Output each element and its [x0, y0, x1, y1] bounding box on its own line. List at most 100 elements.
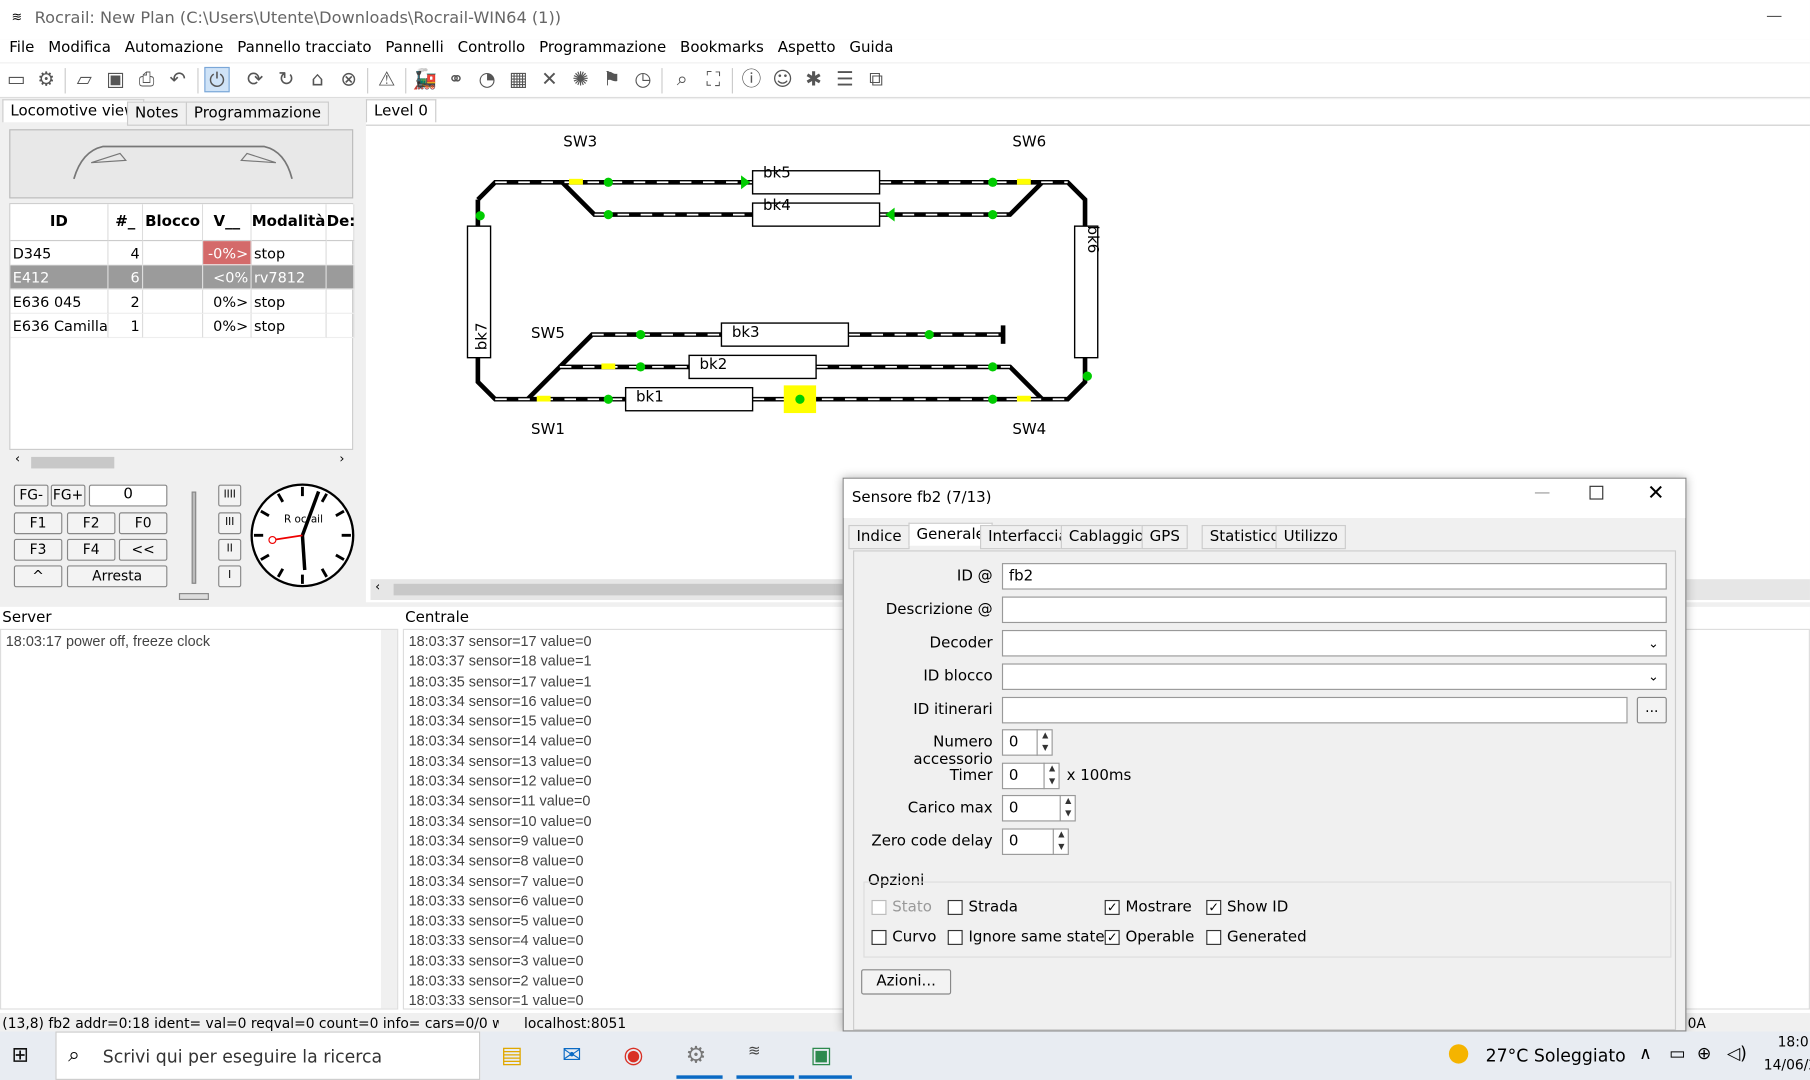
refresh-icon[interactable]: ↻ [274, 67, 299, 92]
mostrare-checkbox[interactable]: ✓ Mostrare [1104, 899, 1192, 916]
warning-icon[interactable]: ⚠ [374, 67, 399, 92]
table-hscrollbar[interactable]: ‹ › [10, 451, 355, 472]
spinner-arrows-icon[interactable]: ▲ ▼ [1052, 828, 1069, 855]
f4-button[interactable]: F4 [66, 538, 116, 561]
label-bk7[interactable]: bk7 [474, 322, 491, 350]
clock-date[interactable]: 14/06/2 [1764, 1057, 1810, 1073]
fg-minus-button[interactable]: FG- [13, 484, 49, 507]
info-icon[interactable]: ⓘ [739, 67, 764, 92]
col-id[interactable]: ID [10, 204, 109, 242]
battery-icon[interactable]: ▭ [1669, 1043, 1685, 1064]
speedometer-icon[interactable]: ◔ [474, 67, 499, 92]
itinerari-browse-button[interactable]: ... [1636, 696, 1667, 724]
home-icon[interactable]: ⌂ [305, 67, 330, 92]
spinner-arrows-icon[interactable]: ▲ ▼ [1036, 729, 1053, 756]
f2-button[interactable]: F2 [66, 512, 116, 535]
bug-icon[interactable]: ✱ [801, 67, 826, 92]
col-v[interactable]: V__ [203, 204, 252, 242]
label-sw5[interactable]: SW5 [531, 325, 565, 342]
weather-text[interactable]: 27°C Soleggiato [1486, 1045, 1626, 1066]
menu-pannello-tracciato[interactable]: Pannello tracciato [237, 39, 371, 62]
taskbar-search[interactable]: ⌕ Scrivi qui per eseguire la ricerca [55, 1031, 481, 1080]
menu-automazione[interactable]: Automazione [125, 39, 224, 62]
ignore-same-state-checkbox[interactable]: Ignore same state [947, 929, 1105, 946]
id-field[interactable]: fb2 [1001, 563, 1667, 590]
switch-icon[interactable]: ✕ [537, 67, 562, 92]
sun-icon[interactable]: ● [1447, 1038, 1469, 1067]
descrizione-field[interactable] [1001, 596, 1667, 624]
cancel-icon[interactable]: ⊗ [336, 67, 361, 92]
blocks-icon[interactable]: ▦ [506, 67, 531, 92]
menu-pannelli[interactable]: Pannelli [385, 39, 443, 62]
tab-level-0[interactable]: Level 0 [365, 99, 437, 123]
spinner-arrows-icon[interactable]: ▲ ▼ [1043, 762, 1059, 790]
table-row[interactable]: D345 4 -0%> stop [10, 241, 355, 266]
col-num[interactable]: #_ [108, 204, 144, 242]
f1-button[interactable]: F1 [13, 512, 63, 535]
volume-icon[interactable]: ◁) [1727, 1043, 1747, 1064]
blocco-select[interactable]: ⌄ [1001, 663, 1667, 690]
chevron-up-icon[interactable]: ∧ [1639, 1043, 1652, 1064]
tab-locomotive-view[interactable]: Locomotive view [2, 99, 145, 123]
dialog-close-button[interactable]: ✕ [1647, 481, 1664, 505]
col-des[interactable]: De: [326, 204, 355, 242]
rocrail-app-icon[interactable]: ≋ [748, 1043, 761, 1060]
slider-thumb[interactable] [178, 593, 209, 600]
show-id-checkbox[interactable]: ✓ Show ID [1206, 899, 1288, 916]
spinner-arrows-icon[interactable]: ▲ ▼ [1059, 794, 1076, 822]
scroll-left-icon[interactable]: ‹ [375, 579, 380, 594]
minimize-button[interactable]: — [1766, 7, 1782, 25]
f0-button[interactable]: F0 [118, 512, 168, 535]
operable-checkbox[interactable]: ✓ Operable [1104, 929, 1194, 946]
tab-cablaggio[interactable]: Cablaggio [1060, 524, 1152, 550]
locomotive-icon[interactable]: 🚂 [412, 67, 437, 92]
itinerari-field[interactable] [1001, 696, 1628, 724]
tab-notes[interactable]: Notes [126, 101, 187, 126]
fg-plus-button[interactable]: FG+ [50, 484, 86, 507]
dialog-maximize-button[interactable] [1589, 485, 1604, 500]
decoder-select[interactable]: ⌄ [1001, 629, 1667, 657]
step3-button[interactable]: III [218, 512, 242, 535]
chat-icon[interactable]: ☺ [770, 67, 795, 92]
step1-button[interactable]: I [218, 565, 242, 588]
tab-utilizzo[interactable]: Utilizzo [1275, 524, 1346, 550]
step4-button[interactable]: IIII [218, 484, 242, 507]
zoom-icon[interactable]: ⌕ [669, 67, 694, 92]
windows-start-icon[interactable]: ⊞ [12, 1043, 29, 1067]
tab-indice[interactable]: Indice [848, 524, 910, 550]
reverse-button[interactable]: << [118, 538, 168, 561]
label-bk4[interactable]: bk4 [763, 197, 791, 214]
strada-checkbox[interactable]: Strada [947, 899, 1018, 916]
copy-icon[interactable]: ⧉ [863, 67, 888, 92]
print-icon[interactable]: ⎙ [134, 67, 159, 92]
flag-icon[interactable]: ⚑ [599, 67, 624, 92]
arresta-button[interactable]: Arresta [66, 565, 168, 588]
menu-programmazione[interactable]: Programmazione [539, 39, 666, 62]
clock-time[interactable]: 18:0 [1778, 1034, 1809, 1050]
server-vscrollbar[interactable] [380, 629, 398, 1009]
file-explorer-icon[interactable]: ▤ [501, 1041, 523, 1069]
save-icon[interactable]: ▣ [103, 67, 128, 92]
scroll-right-icon[interactable]: › [339, 451, 344, 466]
table-row[interactable]: E412 6 <0% rv7812 [10, 265, 355, 290]
table-row[interactable]: E636 045 2 0%> stop [10, 289, 355, 314]
menu-aspetto[interactable]: Aspetto [778, 39, 836, 62]
direction-button[interactable]: ^ [13, 565, 63, 588]
menu-controllo[interactable]: Controllo [458, 39, 526, 62]
f3-button[interactable]: F3 [13, 538, 63, 561]
label-bk3[interactable]: bk3 [732, 324, 760, 341]
menu-bookmarks[interactable]: Bookmarks [680, 39, 764, 62]
curvo-checkbox[interactable]: Curvo [871, 929, 936, 946]
label-bk2[interactable]: bk2 [700, 357, 728, 374]
fullscreen-icon[interactable]: ⛶ [701, 67, 726, 92]
label-bk6[interactable]: bk6 [1083, 226, 1100, 254]
generated-checkbox[interactable]: Generated [1206, 929, 1307, 946]
label-bk1[interactable]: bk1 [636, 389, 664, 406]
connect-icon[interactable]: ▭ [3, 67, 28, 92]
sync-icon[interactable]: ⟳ [242, 67, 267, 92]
menu-file[interactable]: File [9, 39, 34, 62]
clock-icon[interactable]: ◷ [630, 67, 655, 92]
label-sw6[interactable]: SW6 [1012, 134, 1046, 151]
mail-icon[interactable]: ✉ [562, 1041, 581, 1069]
col-modalita[interactable]: Modalità [251, 204, 327, 242]
